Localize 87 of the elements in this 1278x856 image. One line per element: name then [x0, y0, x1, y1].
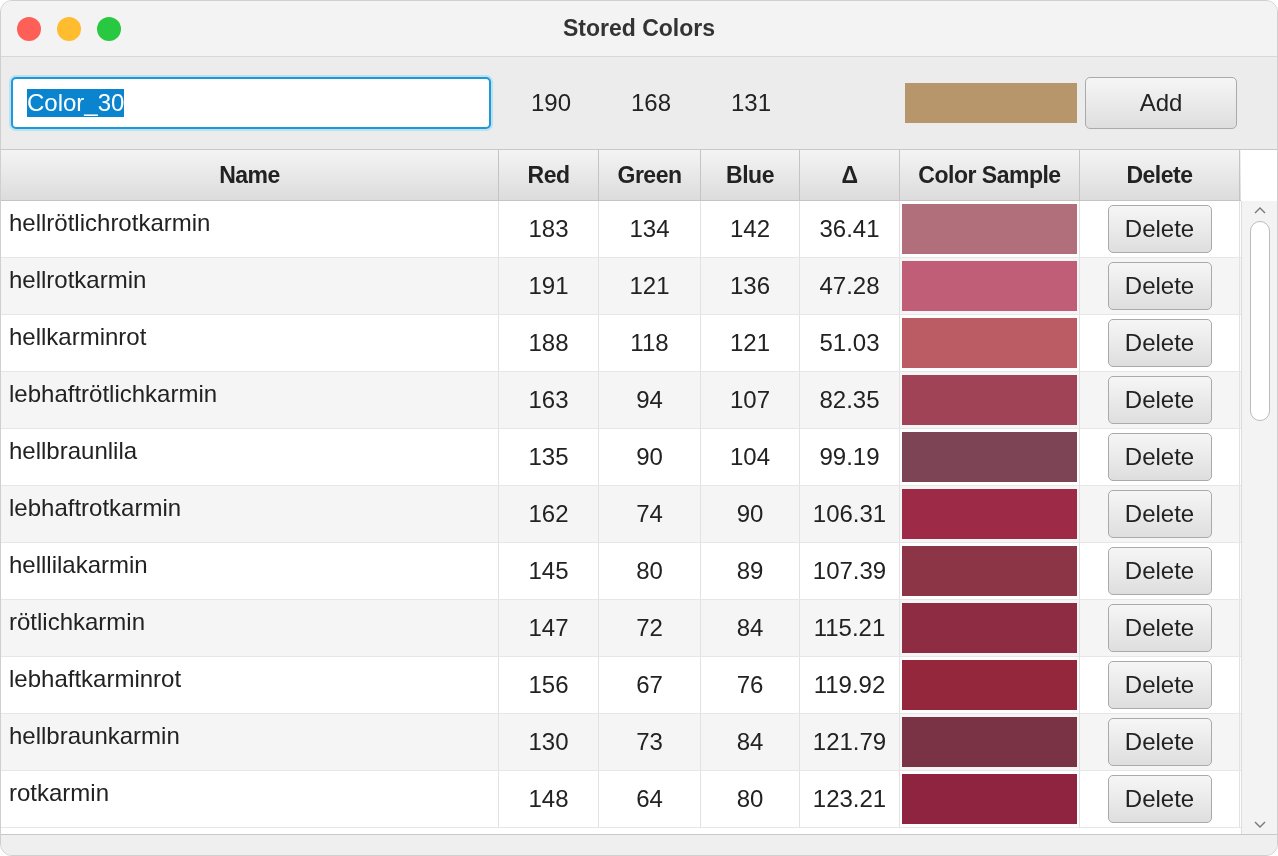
table-cell: 163	[499, 372, 599, 428]
table-cell: 142	[701, 201, 800, 257]
delete-button[interactable]: Delete	[1107, 718, 1212, 766]
table-cell: rötlichkarmin	[1, 600, 499, 656]
table-cell: 47.28	[800, 258, 900, 314]
table-cell: 136	[701, 258, 800, 314]
table-cell: 121	[701, 315, 800, 371]
table-cell: 82.35	[800, 372, 900, 428]
delete-button[interactable]: Delete	[1107, 205, 1212, 253]
table-cell: 104	[701, 429, 800, 485]
table-cell: 121	[599, 258, 701, 314]
column-header[interactable]: Name	[1, 150, 499, 201]
delete-button[interactable]: Delete	[1107, 661, 1212, 709]
table-cell: 64	[599, 771, 701, 827]
table-cell: 90	[599, 429, 701, 485]
table-cell: 106.31	[800, 486, 900, 542]
table-cell: 84	[701, 600, 800, 656]
table-cell: 74	[599, 486, 701, 542]
table-cell: 73	[599, 714, 701, 770]
table-cell: 121.79	[800, 714, 900, 770]
delete-button[interactable]: Delete	[1107, 604, 1212, 652]
channel-value: 131	[729, 89, 772, 117]
table-cell: 134	[599, 201, 701, 257]
column-header[interactable]: Color Sample	[900, 150, 1080, 201]
column-header[interactable]: Δ	[800, 150, 900, 201]
table-cell: hellkarminrot	[1, 315, 499, 371]
table-cell: 123.21	[800, 771, 900, 827]
table-cell: 76	[701, 657, 800, 713]
delete-button[interactable]: Delete	[1107, 433, 1212, 481]
table-cell: hellbraunkarmin	[1, 714, 499, 770]
table-cell: 119.92	[800, 657, 900, 713]
table-cell: lebhaftrotkarmin	[1, 486, 499, 542]
table-cell: 118	[599, 315, 701, 371]
table-cell: 99.19	[800, 429, 900, 485]
table-cell: lebhaftrötlichkarmin	[1, 372, 499, 428]
scroll-up-icon[interactable]	[1252, 205, 1267, 215]
table-cell: 183	[499, 201, 599, 257]
window-title: Stored Colors	[562, 15, 716, 42]
table-cell: rotkarmin	[1, 771, 499, 827]
table-cell: 145	[499, 543, 599, 599]
table-cell: 191	[499, 258, 599, 314]
column-header[interactable]: Delete	[1080, 150, 1240, 201]
table-cell: 156	[499, 657, 599, 713]
delete-button[interactable]: Delete	[1107, 547, 1212, 595]
column-header[interactable]: Blue	[701, 150, 800, 201]
delete-button[interactable]: Delete	[1107, 376, 1212, 424]
table-cell: 51.03	[800, 315, 900, 371]
scrollbar-thumb[interactable]	[1249, 221, 1270, 421]
table-cell: 80	[701, 771, 800, 827]
table-cell: 115.21	[800, 600, 900, 656]
delete-button[interactable]: Delete	[1107, 262, 1212, 310]
close-button[interactable]	[17, 17, 41, 41]
delete-button[interactable]: Delete	[1107, 490, 1212, 538]
table-cell: helllilakarmin	[1, 543, 499, 599]
table-cell: 90	[701, 486, 800, 542]
delete-button[interactable]: Delete	[1107, 319, 1212, 367]
table-cell: hellbraunlila	[1, 429, 499, 485]
column-header[interactable]: Red	[499, 150, 599, 201]
table-cell: 107.39	[800, 543, 900, 599]
channel-value: 168	[629, 89, 672, 117]
vertical-scrollbar[interactable]	[1241, 201, 1277, 834]
name-input-field[interactable]: Color_30	[11, 77, 491, 129]
table-cell: 107	[701, 372, 800, 428]
table-cell: hellrötlichrotkarmin	[1, 201, 499, 257]
table-cell: 89	[701, 543, 800, 599]
table-cell: 162	[499, 486, 599, 542]
channel-value: 190	[529, 89, 572, 117]
table-cell: 80	[599, 543, 701, 599]
column-header[interactable]: Green	[599, 150, 701, 201]
add-button[interactable]: Add	[1085, 77, 1237, 129]
table-cell: 94	[599, 372, 701, 428]
table-cell: 188	[499, 315, 599, 371]
scroll-down-icon[interactable]	[1252, 820, 1267, 830]
table-cell: 130	[499, 714, 599, 770]
zoom-button[interactable]	[97, 17, 121, 41]
minimize-button[interactable]	[57, 17, 81, 41]
table-cell: 36.41	[800, 201, 900, 257]
table-cell: 72	[599, 600, 701, 656]
delete-button[interactable]: Delete	[1107, 775, 1212, 823]
field-value: Color_30	[27, 89, 125, 117]
table-cell: 67	[599, 657, 701, 713]
table-cell: hellrotkarmin	[1, 258, 499, 314]
table-cell: 84	[701, 714, 800, 770]
table-cell: 147	[499, 600, 599, 656]
table-cell: 135	[499, 429, 599, 485]
table-cell: 148	[499, 771, 599, 827]
table-cell: lebhaftkarminrot	[1, 657, 499, 713]
